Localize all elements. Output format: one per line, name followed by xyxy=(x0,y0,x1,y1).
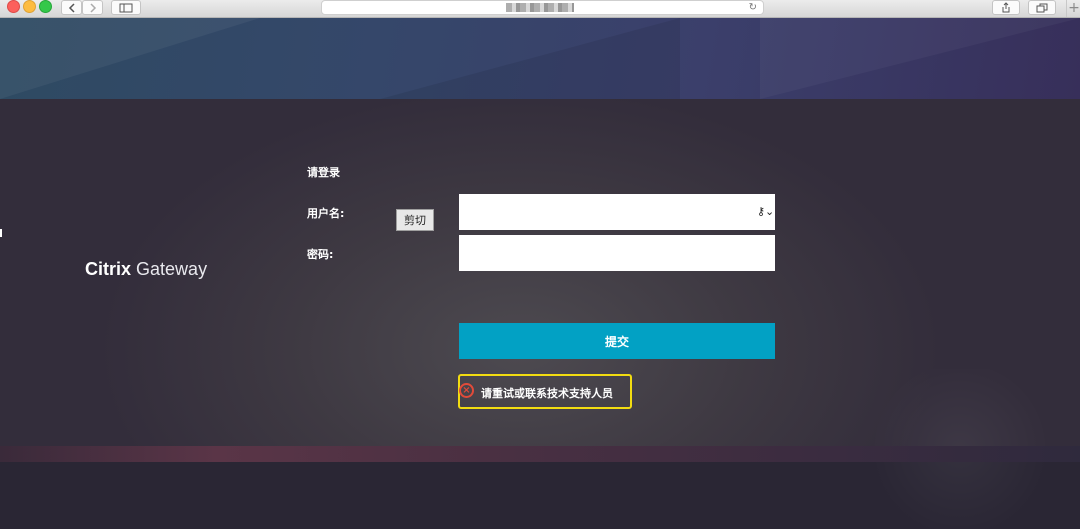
reload-icon[interactable]: ↻ xyxy=(749,1,757,14)
cut-menu-item[interactable]: 剪切 xyxy=(396,209,434,231)
brand-name-bold: Citrix xyxy=(85,259,132,279)
forward-icon xyxy=(89,2,96,13)
header-banner xyxy=(0,18,1080,99)
address-bar[interactable]: ↻ xyxy=(321,0,764,15)
footer-banner xyxy=(0,446,1080,462)
text-cursor-mark xyxy=(0,229,2,237)
new-tab-button[interactable]: + xyxy=(1066,0,1080,17)
autofill-key-icon[interactable]: ⚷⌄ xyxy=(757,205,774,219)
login-heading: 请登录 xyxy=(307,166,340,179)
share-icon xyxy=(1002,2,1010,13)
username-label: 用户名: xyxy=(307,207,345,220)
share-button[interactable] xyxy=(992,0,1020,15)
zoom-window-button[interactable] xyxy=(39,0,52,13)
minimize-window-button[interactable] xyxy=(23,0,36,13)
close-circle-icon: × xyxy=(459,383,474,398)
browser-toolbar: ↻ + xyxy=(0,0,1080,18)
forward-button[interactable] xyxy=(82,0,103,15)
bg-facet xyxy=(380,18,680,99)
back-icon xyxy=(68,2,75,13)
citrix-gateway-logo: Citrix Gateway xyxy=(85,259,207,280)
sidebar-toggle-button[interactable] xyxy=(111,0,141,15)
close-window-button[interactable] xyxy=(7,0,20,13)
back-button[interactable] xyxy=(61,0,82,15)
password-label: 密码: xyxy=(307,248,334,261)
bg-facet xyxy=(0,18,260,99)
brand-name-light: Gateway xyxy=(136,259,208,279)
error-message: 请重试或联系技术支持人员 xyxy=(481,387,613,400)
tabs-icon xyxy=(1036,3,1048,12)
bg-facet xyxy=(760,18,1080,99)
username-input[interactable] xyxy=(459,194,775,230)
sidebar-icon xyxy=(119,3,133,12)
show-tabs-button[interactable] xyxy=(1028,0,1056,15)
url-text-redacted xyxy=(506,3,574,12)
submit-button[interactable]: 提交 xyxy=(459,323,775,359)
password-input[interactable] xyxy=(459,235,775,271)
